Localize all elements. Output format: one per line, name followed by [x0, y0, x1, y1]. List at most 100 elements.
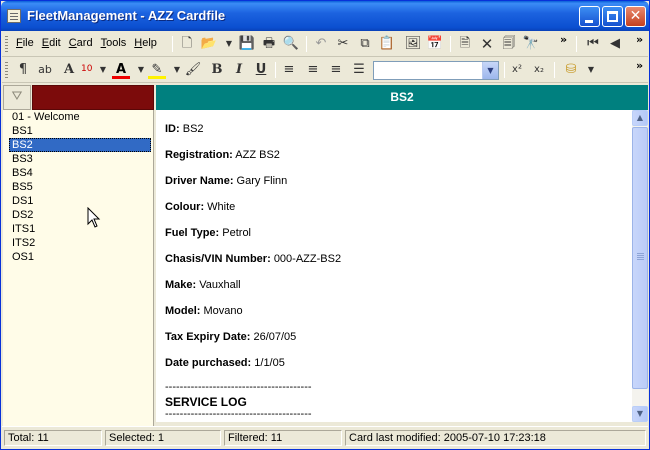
- insert-date-icon[interactable]: 📅: [426, 35, 444, 53]
- scroll-down-icon[interactable]: ▼: [632, 406, 648, 422]
- close-icon: ✕: [629, 8, 642, 24]
- underline-icon[interactable]: U: [252, 61, 270, 79]
- field-label: Colour:: [165, 201, 205, 213]
- field-value: White: [207, 201, 236, 213]
- field-value: Movano: [203, 305, 243, 317]
- minimize-button[interactable]: [579, 6, 600, 27]
- app-window: FleetManagement - AZZ Cardfile ✕ File Ed…: [0, 0, 650, 450]
- toolbar-overflow-icon[interactable]: »: [560, 33, 567, 46]
- list-item[interactable]: OS1: [3, 250, 153, 264]
- save-icon[interactable]: 💾: [238, 35, 256, 53]
- spell-check-icon[interactable]: ab: [36, 61, 54, 79]
- paragraph-style-icon[interactable]: ¶: [14, 61, 32, 79]
- scroll-thumb[interactable]: [632, 127, 648, 389]
- mouse-cursor-icon: [87, 207, 101, 228]
- field-label: Date purchased:: [165, 357, 252, 369]
- card-properties-icon[interactable]: 🗐: [500, 35, 518, 53]
- field-label: Registration:: [165, 149, 233, 161]
- card-scrollbar[interactable]: ▲ ▼: [632, 110, 648, 422]
- previous-card-icon[interactable]: ◀: [606, 35, 624, 53]
- align-center-icon[interactable]: ≡: [304, 61, 322, 79]
- delete-card-icon[interactable]: ✕: [478, 35, 496, 53]
- toolbar-grip[interactable]: [5, 62, 8, 78]
- format-overflow-icon[interactable]: »: [636, 59, 643, 72]
- chevron-down-icon[interactable]: ▼: [482, 62, 498, 79]
- style-combo[interactable]: ▼: [373, 61, 499, 80]
- undo-icon[interactable]: ↶: [312, 35, 330, 53]
- service-log-heading: SERVICE LOG: [165, 395, 247, 409]
- field-label: ID:: [165, 123, 180, 135]
- list-item[interactable]: BS3: [3, 152, 153, 166]
- card-field-date-purchased: Date purchased: 1/1/05: [165, 357, 285, 369]
- cardfile-app-icon[interactable]: [7, 9, 21, 23]
- filter-button[interactable]: ⛛: [3, 85, 31, 110]
- justify-icon[interactable]: ☰: [350, 61, 368, 79]
- list-item-selected[interactable]: BS2: [9, 138, 151, 152]
- menu-tools[interactable]: Tools: [97, 37, 131, 49]
- highlight-color-icon[interactable]: ✎: [148, 61, 166, 79]
- field-value: AZZ BS2: [235, 149, 280, 161]
- align-right-icon[interactable]: ≡: [327, 61, 345, 79]
- toolbar-grip[interactable]: [5, 36, 8, 52]
- menu-help[interactable]: Help: [130, 37, 161, 49]
- list-item[interactable]: ITS1: [3, 222, 153, 236]
- menu-file[interactable]: File: [12, 37, 38, 49]
- menu-edit[interactable]: Edit: [38, 37, 65, 49]
- font-size-dropdown-icon[interactable]: ▼: [94, 61, 112, 79]
- insert-object-icon[interactable]: ⛁: [562, 61, 580, 79]
- list-item[interactable]: BS4: [3, 166, 153, 180]
- superscript-icon[interactable]: x²: [508, 61, 526, 79]
- filter-input[interactable]: [32, 85, 154, 110]
- field-value: BS2: [182, 123, 204, 135]
- open-dropdown-icon[interactable]: ▼: [220, 35, 238, 53]
- print-icon[interactable]: 🖶: [260, 35, 278, 53]
- status-filtered: Filtered: 11: [224, 430, 342, 446]
- list-item[interactable]: ITS2: [3, 236, 153, 250]
- list-item[interactable]: BS1: [3, 124, 153, 138]
- card-field-fuel-type: Fuel Type: Petrol: [165, 227, 251, 239]
- insert-object-dropdown-icon[interactable]: ▼: [582, 61, 600, 79]
- insert-picture-icon[interactable]: 🖼: [404, 35, 422, 53]
- close-button[interactable]: ✕: [625, 6, 646, 27]
- field-value: 26/07/05: [253, 331, 297, 343]
- title-bar[interactable]: FleetManagement - AZZ Cardfile ✕: [1, 1, 649, 31]
- card-field-make: Make: Vauxhall: [165, 279, 241, 291]
- format-painter-icon[interactable]: 🖌: [184, 61, 202, 79]
- toolbar-separator: [275, 62, 276, 78]
- maximize-button[interactable]: [602, 6, 623, 27]
- scroll-up-icon[interactable]: ▲: [632, 110, 648, 126]
- bold-icon[interactable]: B: [208, 61, 226, 79]
- field-label: Fuel Type:: [165, 227, 220, 239]
- card-content[interactable]: ID: BS2 Registration: AZZ BS2 Driver Nam…: [156, 110, 632, 422]
- format-toolbar-row: ¶ ab A 10 ▼ A ▼ ✎ ▼ 🖌 B I U ≡ ≡ ≡ ☰ ▼ x²…: [2, 57, 648, 83]
- copy-icon[interactable]: ⧉: [356, 35, 374, 53]
- print-preview-icon[interactable]: 🔍: [282, 35, 300, 53]
- filter-funnel-icon: ⛛: [11, 89, 23, 104]
- first-card-icon[interactable]: ⏮: [584, 35, 602, 53]
- toolbar-separator: [576, 36, 577, 52]
- new-file-icon[interactable]: 🗋: [178, 35, 196, 53]
- cut-icon[interactable]: ✂: [334, 35, 352, 53]
- list-item[interactable]: DS1: [3, 194, 153, 208]
- list-item[interactable]: DS2: [3, 208, 153, 222]
- font-color-icon[interactable]: A: [112, 61, 130, 79]
- list-item[interactable]: BS5: [3, 180, 153, 194]
- nav-overflow-icon[interactable]: »: [636, 33, 643, 46]
- paste-icon[interactable]: 📋: [378, 35, 396, 53]
- list-item[interactable]: 01 - Welcome: [3, 110, 153, 124]
- maximize-icon: [607, 11, 618, 22]
- window-title: FleetManagement - AZZ Cardfile: [27, 8, 226, 23]
- font-size-value[interactable]: 10: [81, 64, 92, 74]
- italic-icon[interactable]: I: [230, 61, 248, 79]
- field-label: Chasis/VIN Number:: [165, 253, 271, 265]
- menu-card[interactable]: Card: [65, 37, 97, 49]
- find-binoculars-icon[interactable]: 🔭: [522, 35, 540, 53]
- field-value: 000-AZZ-BS2: [273, 253, 342, 265]
- open-folder-icon[interactable]: 📂: [200, 35, 218, 53]
- align-left-icon[interactable]: ≡: [280, 61, 298, 79]
- toolbar-separator: [306, 36, 307, 52]
- card-field-model: Model: Movano: [165, 305, 243, 317]
- subscript-icon[interactable]: x₂: [530, 61, 548, 79]
- font-icon[interactable]: A: [60, 61, 78, 79]
- new-card-icon[interactable]: 🗎: [456, 35, 474, 53]
